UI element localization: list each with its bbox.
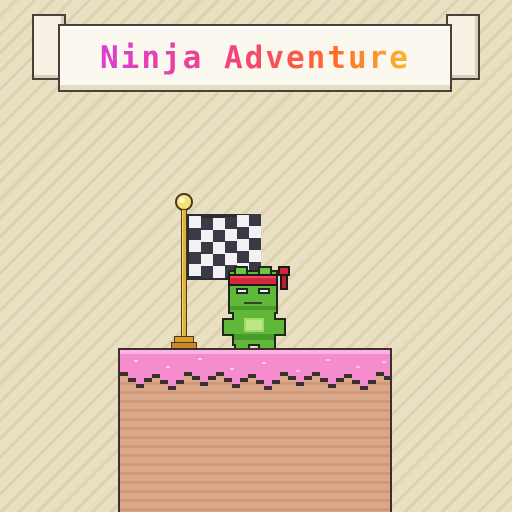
flag-square (249, 238, 261, 250)
frosting-highlight (230, 368, 234, 370)
flag-square (237, 239, 249, 251)
game-title: Ninja Adventure (60, 26, 450, 90)
frosting-highlight (382, 361, 386, 363)
frosting-highlight (198, 358, 202, 360)
flag-square (201, 218, 213, 230)
game-scene[interactable]: Ninja Adventure (0, 0, 512, 512)
flag-square (189, 216, 201, 228)
flag-square (189, 252, 201, 264)
frosting-highlight (326, 359, 330, 361)
flag-square (201, 230, 213, 242)
flag-square (249, 214, 261, 226)
flag-square (213, 230, 225, 242)
frosting-highlight (262, 362, 266, 364)
flag-square (249, 226, 261, 238)
flag-square (189, 264, 201, 276)
flag-square (213, 242, 225, 254)
frosting-highlight (134, 360, 138, 362)
flag-square (225, 241, 237, 253)
flag-square (225, 217, 237, 229)
flag-square (201, 266, 213, 278)
flag-square (201, 254, 213, 266)
flag-square (249, 250, 261, 262)
flag-square (201, 242, 213, 254)
frosting-highlight (356, 366, 360, 368)
frosting-highlight (296, 370, 300, 372)
flag-square (237, 227, 249, 239)
flag-square (213, 218, 225, 230)
flag-square (189, 228, 201, 240)
flag-square (225, 229, 237, 241)
flag-square (189, 240, 201, 252)
ninja-frog-player[interactable] (222, 262, 294, 354)
flag-square (237, 215, 249, 227)
frosting-highlight (166, 366, 170, 368)
pink-frosting (120, 350, 390, 390)
title-banner: Ninja Adventure (58, 24, 452, 92)
frosted-dirt-platform (118, 348, 392, 512)
